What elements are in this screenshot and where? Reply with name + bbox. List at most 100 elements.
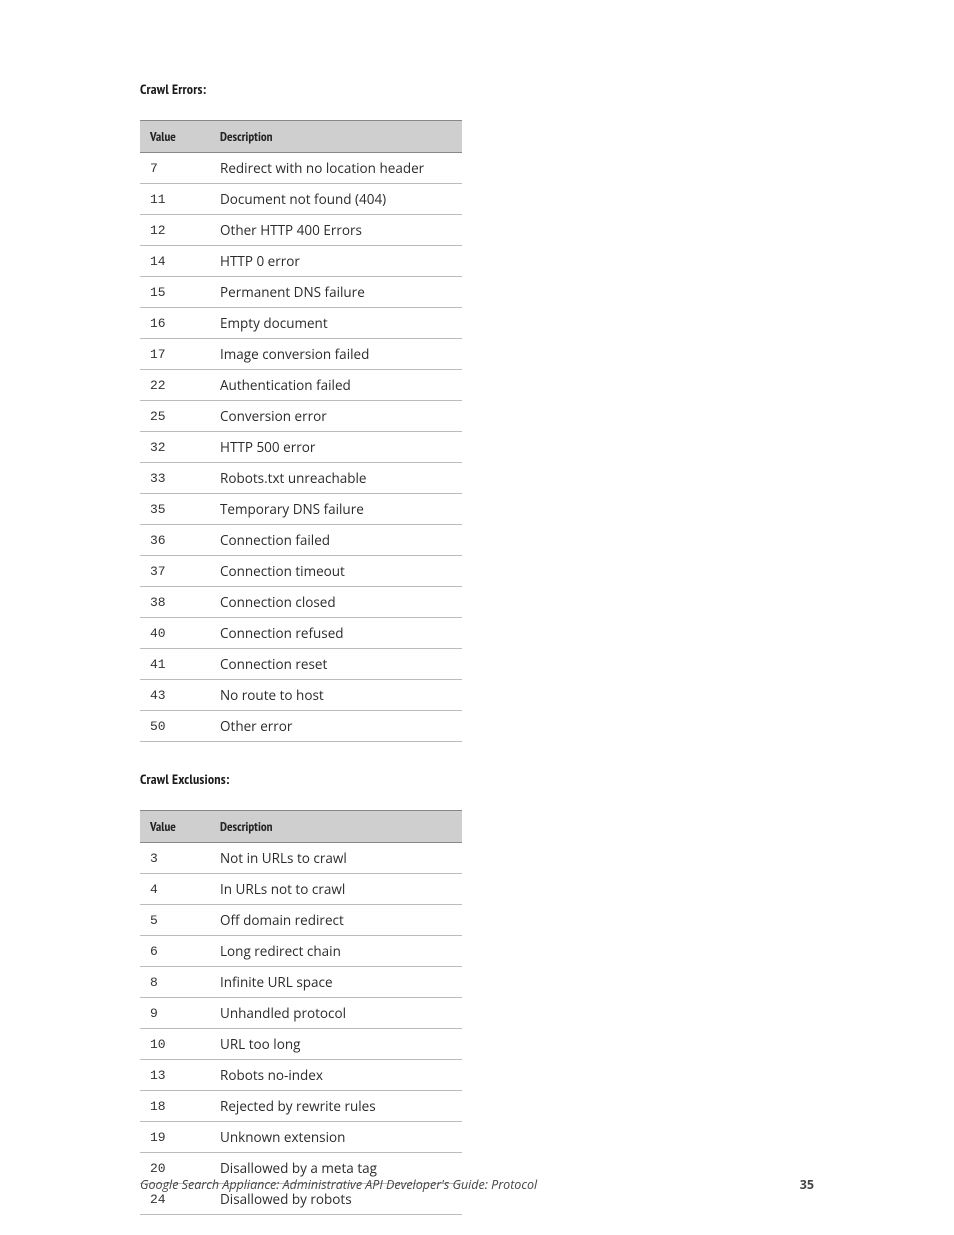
cell-value: 13 [140, 1060, 210, 1091]
table-row: 3Not in URLs to crawl [140, 843, 462, 874]
cell-description: Empty document [210, 308, 462, 339]
cell-value: 7 [140, 153, 210, 184]
table-row: 10URL too long [140, 1029, 462, 1060]
cell-value: 35 [140, 494, 210, 525]
cell-value: 9 [140, 998, 210, 1029]
cell-description: In URLs not to crawl [210, 874, 462, 905]
cell-description: Long redirect chain [210, 936, 462, 967]
cell-value: 11 [140, 184, 210, 215]
cell-description: Other error [210, 711, 462, 742]
table-row: 38Connection closed [140, 587, 462, 618]
cell-value: 10 [140, 1029, 210, 1060]
table-row: 40Connection refused [140, 618, 462, 649]
cell-description: Unknown extension [210, 1122, 462, 1153]
cell-value: 22 [140, 370, 210, 401]
cell-description: Permanent DNS failure [210, 277, 462, 308]
cell-value: 3 [140, 843, 210, 874]
cell-description: Conversion error [210, 401, 462, 432]
table-row: 41Connection reset [140, 649, 462, 680]
table-row: 14HTTP 0 error [140, 246, 462, 277]
cell-description: Robots no-index [210, 1060, 462, 1091]
table-row: 13Robots no-index [140, 1060, 462, 1091]
cell-description: HTTP 500 error [210, 432, 462, 463]
crawl-errors-table: Value Description 7Redirect with no loca… [140, 120, 462, 742]
cell-value: 8 [140, 967, 210, 998]
cell-value: 16 [140, 308, 210, 339]
cell-value: 37 [140, 556, 210, 587]
footer-title: Google Search Appliance: Administrative … [140, 1176, 537, 1193]
table-row: 9Unhandled protocol [140, 998, 462, 1029]
crawl-exclusions-table: Value Description 3Not in URLs to crawl4… [140, 810, 462, 1215]
table-row: 33Robots.txt unreachable [140, 463, 462, 494]
cell-description: Off domain redirect [210, 905, 462, 936]
table-row: 36Connection failed [140, 525, 462, 556]
cell-value: 19 [140, 1122, 210, 1153]
cell-value: 6 [140, 936, 210, 967]
cell-value: 12 [140, 215, 210, 246]
table-row: 32HTTP 500 error [140, 432, 462, 463]
cell-value: 36 [140, 525, 210, 556]
table-row: 4In URLs not to crawl [140, 874, 462, 905]
cell-value: 33 [140, 463, 210, 494]
footer-page-number: 35 [800, 1176, 814, 1193]
table-row: 15Permanent DNS failure [140, 277, 462, 308]
cell-description: Infinite URL space [210, 967, 462, 998]
crawl-exclusions-body: 3Not in URLs to crawl4In URLs not to cra… [140, 843, 462, 1215]
col-header-value: Value [140, 811, 210, 843]
cell-value: 50 [140, 711, 210, 742]
cell-value: 41 [140, 649, 210, 680]
cell-description: HTTP 0 error [210, 246, 462, 277]
table-row: 6Long redirect chain [140, 936, 462, 967]
table-row: 8Infinite URL space [140, 967, 462, 998]
cell-description: Rejected by rewrite rules [210, 1091, 462, 1122]
cell-value: 32 [140, 432, 210, 463]
page-content: Crawl Errors: Value Description 7Redirec… [0, 0, 954, 1215]
cell-value: 5 [140, 905, 210, 936]
cell-description: Connection timeout [210, 556, 462, 587]
col-header-value: Value [140, 121, 210, 153]
page-footer: Google Search Appliance: Administrative … [140, 1176, 814, 1193]
cell-value: 25 [140, 401, 210, 432]
cell-description: Connection refused [210, 618, 462, 649]
col-header-description: Description [210, 121, 462, 153]
crawl-errors-body: 7Redirect with no location header11Docum… [140, 153, 462, 742]
cell-description: Connection closed [210, 587, 462, 618]
cell-value: 17 [140, 339, 210, 370]
cell-description: No route to host [210, 680, 462, 711]
cell-description: Document not found (404) [210, 184, 462, 215]
table-row: 50Other error [140, 711, 462, 742]
table-row: 7Redirect with no location header [140, 153, 462, 184]
cell-value: 18 [140, 1091, 210, 1122]
cell-description: Not in URLs to crawl [210, 843, 462, 874]
cell-description: Unhandled protocol [210, 998, 462, 1029]
crawl-exclusions-heading: Crawl Exclusions: [140, 770, 814, 788]
cell-value: 15 [140, 277, 210, 308]
cell-value: 43 [140, 680, 210, 711]
cell-description: URL too long [210, 1029, 462, 1060]
table-row: 35Temporary DNS failure [140, 494, 462, 525]
table-row: 11Document not found (404) [140, 184, 462, 215]
table-row: 43No route to host [140, 680, 462, 711]
cell-value: 38 [140, 587, 210, 618]
cell-description: Temporary DNS failure [210, 494, 462, 525]
table-row: 19Unknown extension [140, 1122, 462, 1153]
cell-description: Connection failed [210, 525, 462, 556]
col-header-description: Description [210, 811, 462, 843]
cell-description: Robots.txt unreachable [210, 463, 462, 494]
table-row: 5Off domain redirect [140, 905, 462, 936]
cell-description: Other HTTP 400 Errors [210, 215, 462, 246]
cell-value: 4 [140, 874, 210, 905]
table-row: 12Other HTTP 400 Errors [140, 215, 462, 246]
cell-description: Redirect with no location header [210, 153, 462, 184]
table-row: 18Rejected by rewrite rules [140, 1091, 462, 1122]
table-row: 17Image conversion failed [140, 339, 462, 370]
crawl-errors-heading: Crawl Errors: [140, 80, 814, 98]
table-row: 37Connection timeout [140, 556, 462, 587]
cell-description: Image conversion failed [210, 339, 462, 370]
cell-description: Connection reset [210, 649, 462, 680]
cell-value: 40 [140, 618, 210, 649]
cell-value: 14 [140, 246, 210, 277]
cell-description: Authentication failed [210, 370, 462, 401]
table-row: 22Authentication failed [140, 370, 462, 401]
table-row: 16Empty document [140, 308, 462, 339]
